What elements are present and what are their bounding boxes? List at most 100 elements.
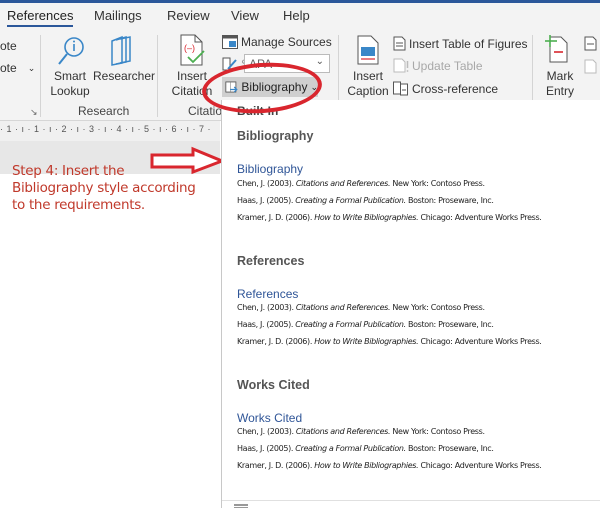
chevron-down-icon: ⌄ bbox=[315, 56, 324, 67]
tab-mailings[interactable]: Mailings bbox=[94, 8, 142, 23]
cross-reference-label: Cross-reference bbox=[412, 81, 499, 96]
footnote-partial-button-2[interactable]: ote ⌄ bbox=[0, 61, 35, 75]
ref-pub: Chicago: Adventure Works Press. bbox=[418, 213, 542, 222]
insert-citation-label-line1: Insert bbox=[176, 69, 207, 83]
tab-view[interactable]: View bbox=[231, 8, 259, 23]
gallery-header: Built-In bbox=[237, 104, 279, 118]
section-title: Works Cited bbox=[237, 378, 310, 392]
cross-reference-icon bbox=[393, 81, 408, 96]
update-index-icon[interactable] bbox=[584, 59, 598, 74]
entry-heading: References bbox=[237, 287, 299, 301]
research-group-label: Research bbox=[78, 104, 130, 118]
ref-author: Haas, J. (2005). bbox=[237, 444, 296, 453]
mark-entry-label[interactable]: Mark Entry bbox=[540, 69, 580, 99]
bibliography-gallery: Built-In Bibliography Bibliography Chen,… bbox=[221, 100, 600, 508]
ref-work: Citations and References. bbox=[295, 179, 391, 188]
ref-work: Creating a Formal Publication. bbox=[295, 196, 406, 205]
table-of-figures-icon bbox=[393, 36, 406, 51]
researcher-button[interactable] bbox=[108, 35, 136, 67]
reference-entry: Kramer, J. D. (2006). How to Write Bibli… bbox=[237, 461, 542, 470]
horizontal-ruler[interactable]: · 1 · ı · 1 · ı · 2 · ı · 3 · ı · 4 · ı … bbox=[0, 121, 220, 141]
insert-citation-label[interactable]: Insert Citation bbox=[166, 69, 218, 99]
ref-pub: Boston: Proseware, Inc. bbox=[405, 320, 494, 329]
insert-citation-icon: (–) bbox=[180, 34, 205, 66]
researcher-label[interactable]: Researcher bbox=[93, 69, 155, 84]
ref-author: Kramer, J. D. (2006). bbox=[237, 461, 315, 470]
ref-author: Haas, J. (2005). bbox=[237, 320, 296, 329]
ref-author: Kramer, J. D. (2006). bbox=[237, 337, 315, 346]
update-table-icon bbox=[393, 58, 409, 73]
insert-caption-label-line1: Insert bbox=[352, 69, 383, 83]
ref-pub: New York: Contoso Press. bbox=[390, 303, 485, 312]
footnote-partial-label-2: ote bbox=[0, 61, 17, 75]
svg-text:(–): (–) bbox=[184, 43, 195, 53]
smart-lookup-icon bbox=[58, 37, 84, 65]
style-dropdown[interactable]: APA ⌄ bbox=[244, 54, 330, 73]
chevron-down-icon: ⌄ bbox=[27, 62, 36, 73]
bibliography-icon bbox=[225, 81, 238, 93]
ref-author: Chen, J. (2003). bbox=[237, 179, 296, 188]
section-title: References bbox=[237, 254, 305, 268]
document-page[interactable] bbox=[0, 174, 220, 508]
smart-lookup-label[interactable]: Smart Lookup bbox=[50, 69, 90, 99]
reference-entry: Chen, J. (2003). Citations and Reference… bbox=[237, 179, 485, 188]
style-icon bbox=[222, 57, 237, 71]
chevron-down-icon: ⌄ bbox=[310, 81, 318, 92]
smart-lookup-label-line2: Lookup bbox=[50, 84, 90, 98]
entry-heading: Works Cited bbox=[237, 411, 303, 425]
smart-lookup-label-line1: Smart bbox=[53, 69, 86, 83]
bibliography-button[interactable]: Bibliography ⌄ bbox=[222, 77, 318, 97]
ref-pub: New York: Contoso Press. bbox=[390, 179, 485, 188]
annotation-arrow bbox=[150, 146, 227, 175]
mark-entry-label-line1: Mark bbox=[546, 69, 574, 83]
tab-review[interactable]: Review bbox=[167, 8, 210, 23]
ref-author: Haas, J. (2005). bbox=[237, 196, 296, 205]
insert-citation-label-line2: Citation bbox=[171, 84, 213, 98]
ref-work: Citations and References. bbox=[295, 303, 391, 312]
entry-heading: Bibliography bbox=[237, 162, 304, 176]
section-title: Bibliography bbox=[237, 129, 314, 143]
update-table-button[interactable]: Update Table bbox=[393, 58, 483, 73]
insert-index-icon[interactable] bbox=[584, 36, 598, 51]
ref-pub: Chicago: Adventure Works Press. bbox=[418, 337, 542, 346]
insert-caption-label[interactable]: Insert Caption bbox=[344, 69, 392, 99]
group-separator bbox=[40, 35, 41, 117]
tab-help[interactable]: Help bbox=[283, 8, 310, 23]
dialog-launcher-icon[interactable]: ↘ bbox=[30, 107, 38, 118]
ref-pub: New York: Contoso Press. bbox=[390, 427, 485, 436]
ribbon-tabs: References Mailings Review View Help bbox=[0, 3, 600, 29]
smart-lookup-button[interactable] bbox=[56, 35, 86, 67]
tab-references[interactable]: References bbox=[7, 8, 74, 27]
ref-author: Chen, J. (2003). bbox=[237, 303, 296, 312]
footnote-partial-button[interactable]: ote bbox=[0, 39, 17, 53]
ref-work: How to Write Bibliographies. bbox=[314, 337, 419, 346]
reference-entry: Haas, J. (2005). Creating a Formal Publi… bbox=[237, 196, 494, 205]
insert-caption-button[interactable] bbox=[356, 35, 380, 65]
ref-author: Chen, J. (2003). bbox=[237, 427, 296, 436]
cross-reference-button[interactable]: Cross-reference bbox=[393, 81, 498, 96]
update-table-label: Update Table bbox=[412, 58, 483, 73]
ref-work: Creating a Formal Publication. bbox=[295, 320, 406, 329]
reference-entry: Chen, J. (2003). Citations and Reference… bbox=[237, 427, 485, 436]
reference-entry: Haas, J. (2005). Creating a Formal Publi… bbox=[237, 444, 494, 453]
insert-citation-button[interactable]: (–) bbox=[178, 33, 206, 67]
bibliography-label: Bibliography bbox=[241, 80, 308, 94]
mark-entry-label-line2: Entry bbox=[545, 84, 574, 98]
reference-entry: Haas, J. (2005). Creating a Formal Publi… bbox=[237, 320, 494, 329]
insert-table-of-figures-button[interactable]: Insert Table of Figures bbox=[393, 36, 528, 51]
manage-sources-button[interactable]: Manage Sources bbox=[222, 35, 332, 49]
ref-work: Citations and References. bbox=[295, 427, 391, 436]
style-dropdown-value: APA bbox=[249, 57, 273, 71]
ref-work: How to Write Bibliographies. bbox=[314, 213, 419, 222]
ref-pub: Boston: Proseware, Inc. bbox=[405, 444, 494, 453]
mark-entry-icon bbox=[545, 35, 568, 63]
footnote-partial-label: ote bbox=[0, 39, 17, 53]
ref-pub: Chicago: Adventure Works Press. bbox=[418, 461, 542, 470]
insert-caption-icon bbox=[357, 35, 379, 65]
group-separator bbox=[157, 35, 158, 117]
insert-table-of-figures-label: Insert Table of Figures bbox=[409, 36, 528, 51]
mark-entry-button[interactable] bbox=[544, 34, 570, 64]
ref-author: Kramer, J. D. (2006). bbox=[237, 213, 315, 222]
reference-entry: Chen, J. (2003). Citations and Reference… bbox=[237, 303, 485, 312]
insert-bibliography-icon[interactable] bbox=[234, 504, 248, 508]
